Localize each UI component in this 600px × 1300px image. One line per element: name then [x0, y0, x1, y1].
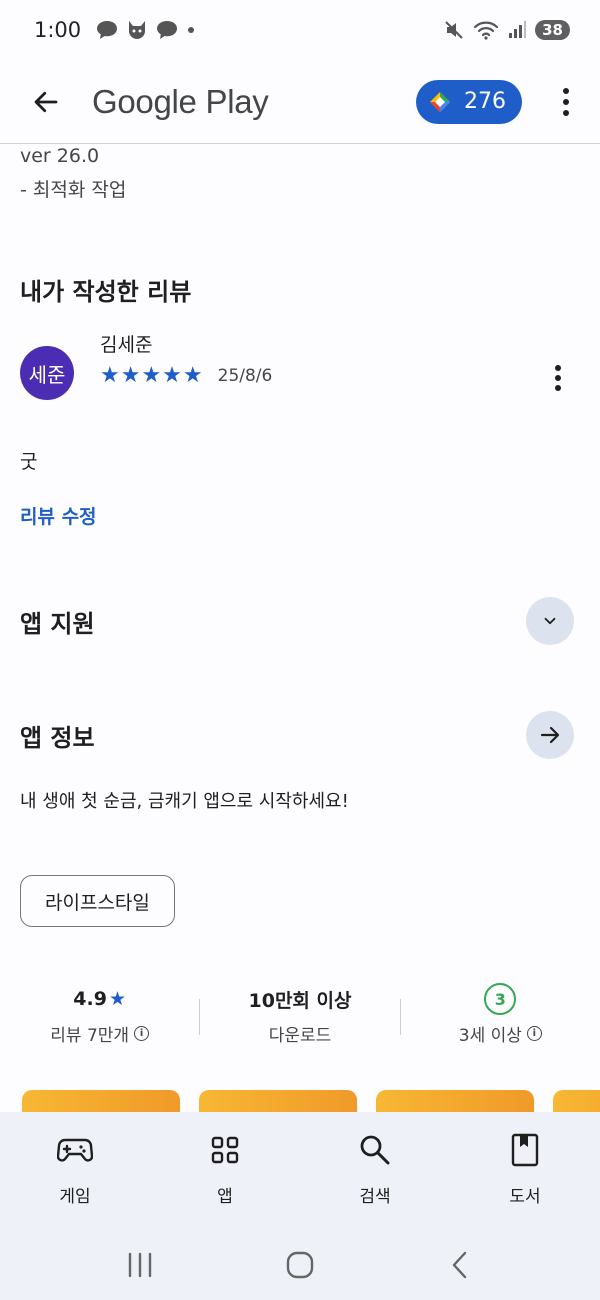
open-app-info-button[interactable]: [526, 711, 574, 759]
app-info-section[interactable]: 앱 정보: [0, 710, 600, 760]
nav-books-label: 도서: [509, 1187, 541, 1207]
overflow-menu-button[interactable]: [544, 78, 588, 126]
gamepad-icon: [57, 1132, 93, 1168]
signal-icon: [509, 21, 527, 38]
more-vert-icon: [563, 87, 569, 116]
search-icon: [357, 1132, 393, 1168]
star-rating: ★★★★★: [100, 363, 204, 388]
rating-label-row: 리뷰 7만개 i: [50, 1021, 150, 1046]
system-back-button[interactable]: [430, 1240, 490, 1290]
wifi-icon: [474, 21, 499, 40]
play-points-button[interactable]: 276: [416, 79, 522, 124]
arrow-back-icon: [34, 91, 58, 112]
expand-app-support-button[interactable]: [526, 597, 574, 645]
promo-card[interactable]: [376, 1090, 534, 1114]
play-points-icon: [430, 91, 450, 112]
edit-review-link[interactable]: 리뷰 수정: [20, 502, 97, 529]
recent-apps-button[interactable]: [110, 1240, 170, 1290]
nav-games-label: 게임: [59, 1187, 91, 1207]
nav-search[interactable]: 검색: [300, 1112, 450, 1230]
cat-face-icon: [129, 21, 146, 39]
dot-icon: [188, 27, 195, 33]
my-review-title: 내가 작성한 리뷰: [20, 278, 192, 306]
info-icon: i: [526, 1026, 542, 1041]
promo-card[interactable]: [199, 1090, 357, 1114]
home-icon: [286, 1251, 314, 1279]
age-rating-label-row: 3세 이상 i: [459, 1021, 542, 1046]
app-stats: 4.9 ★ 리뷰 7만개 i 10만회 이상 다운로드 3 3세 이상 i: [0, 983, 600, 1046]
system-status-icons: 38: [443, 19, 570, 41]
mute-icon: [445, 21, 463, 39]
age-rating-stat[interactable]: 3 3세 이상 i: [401, 983, 600, 1046]
apps-grid-icon: [207, 1132, 243, 1168]
review-date: 25/8/6: [217, 365, 273, 386]
more-vert-icon: [555, 365, 561, 391]
status-time: 1:00: [34, 18, 82, 42]
nav-games[interactable]: 게임: [0, 1112, 150, 1230]
reviewer-name: 김세준: [100, 334, 153, 356]
rating-value-row: 4.9 ★: [73, 983, 126, 1015]
promo-card[interactable]: [553, 1090, 600, 1114]
reviewer-info: 김세준 ★★★★★ 25/8/6: [100, 330, 272, 388]
app-support-title: 앱 지원: [20, 609, 95, 638]
bottom-navigation: 게임 앱 검색 도서: [0, 1112, 600, 1300]
app-bar: Google Play 276: [0, 60, 600, 144]
age-rating-badge: 3: [484, 983, 517, 1015]
downloads-value: 10만회 이상: [248, 989, 352, 1012]
back-chevron-icon: [452, 1251, 467, 1279]
chat-bubble-icon: [97, 21, 118, 39]
google-play-logo: Google Play: [92, 82, 269, 120]
chat-bubble-icon: [157, 21, 178, 39]
system-navigation: [0, 1230, 600, 1300]
review-text: 굿: [20, 451, 38, 473]
nav-search-label: 검색: [359, 1187, 391, 1207]
rating-value: 4.9: [73, 988, 107, 1010]
update-note: - 최적화 작업: [20, 179, 127, 201]
app-description: 내 생애 첫 순금, 금캐기 앱으로 시작하세요!: [20, 791, 349, 812]
book-icon: [507, 1132, 543, 1168]
avatar: 세준: [20, 346, 74, 400]
recents-icon: [128, 1252, 152, 1278]
app-support-section[interactable]: 앱 지원: [0, 596, 600, 646]
arrow-forward-icon: [540, 726, 560, 744]
back-button[interactable]: [22, 78, 70, 126]
app-info-title: 앱 정보: [20, 723, 95, 752]
status-bar: 1:00 38: [0, 0, 600, 60]
nav-apps[interactable]: 앱: [150, 1112, 300, 1230]
info-icon: i: [134, 1026, 150, 1041]
downloads-label: 다운로드: [268, 1026, 332, 1046]
promo-carousel[interactable]: [0, 1090, 600, 1114]
nav-books[interactable]: 도서: [450, 1112, 600, 1230]
category-chip[interactable]: 라이프스타일: [20, 875, 175, 927]
battery-indicator: 38: [535, 20, 570, 40]
review-options-button[interactable]: [546, 358, 570, 398]
downloads-stat: 10만회 이상 다운로드: [200, 983, 399, 1047]
review-count: 리뷰 7만개: [50, 1026, 130, 1046]
notification-icons: [95, 18, 197, 42]
nav-apps-label: 앱: [217, 1187, 233, 1207]
star-icon: ★: [108, 988, 127, 1010]
chevron-down-icon: [544, 617, 556, 625]
whats-new: ver 26.0 - 최적화 작업: [0, 145, 600, 202]
home-button[interactable]: [270, 1240, 330, 1290]
version-text: ver 26.0: [20, 145, 100, 167]
rating-line: ★★★★★ 25/8/6: [100, 363, 272, 388]
review-header: 세준 김세준 ★★★★★ 25/8/6: [20, 330, 580, 400]
age-rating-value-row: 3: [484, 983, 517, 1015]
age-rating-label: 3세 이상: [458, 1026, 522, 1046]
play-points-count: 276: [464, 89, 506, 114]
promo-card[interactable]: [22, 1090, 180, 1114]
rating-stat[interactable]: 4.9 ★ 리뷰 7만개 i: [0, 983, 199, 1046]
